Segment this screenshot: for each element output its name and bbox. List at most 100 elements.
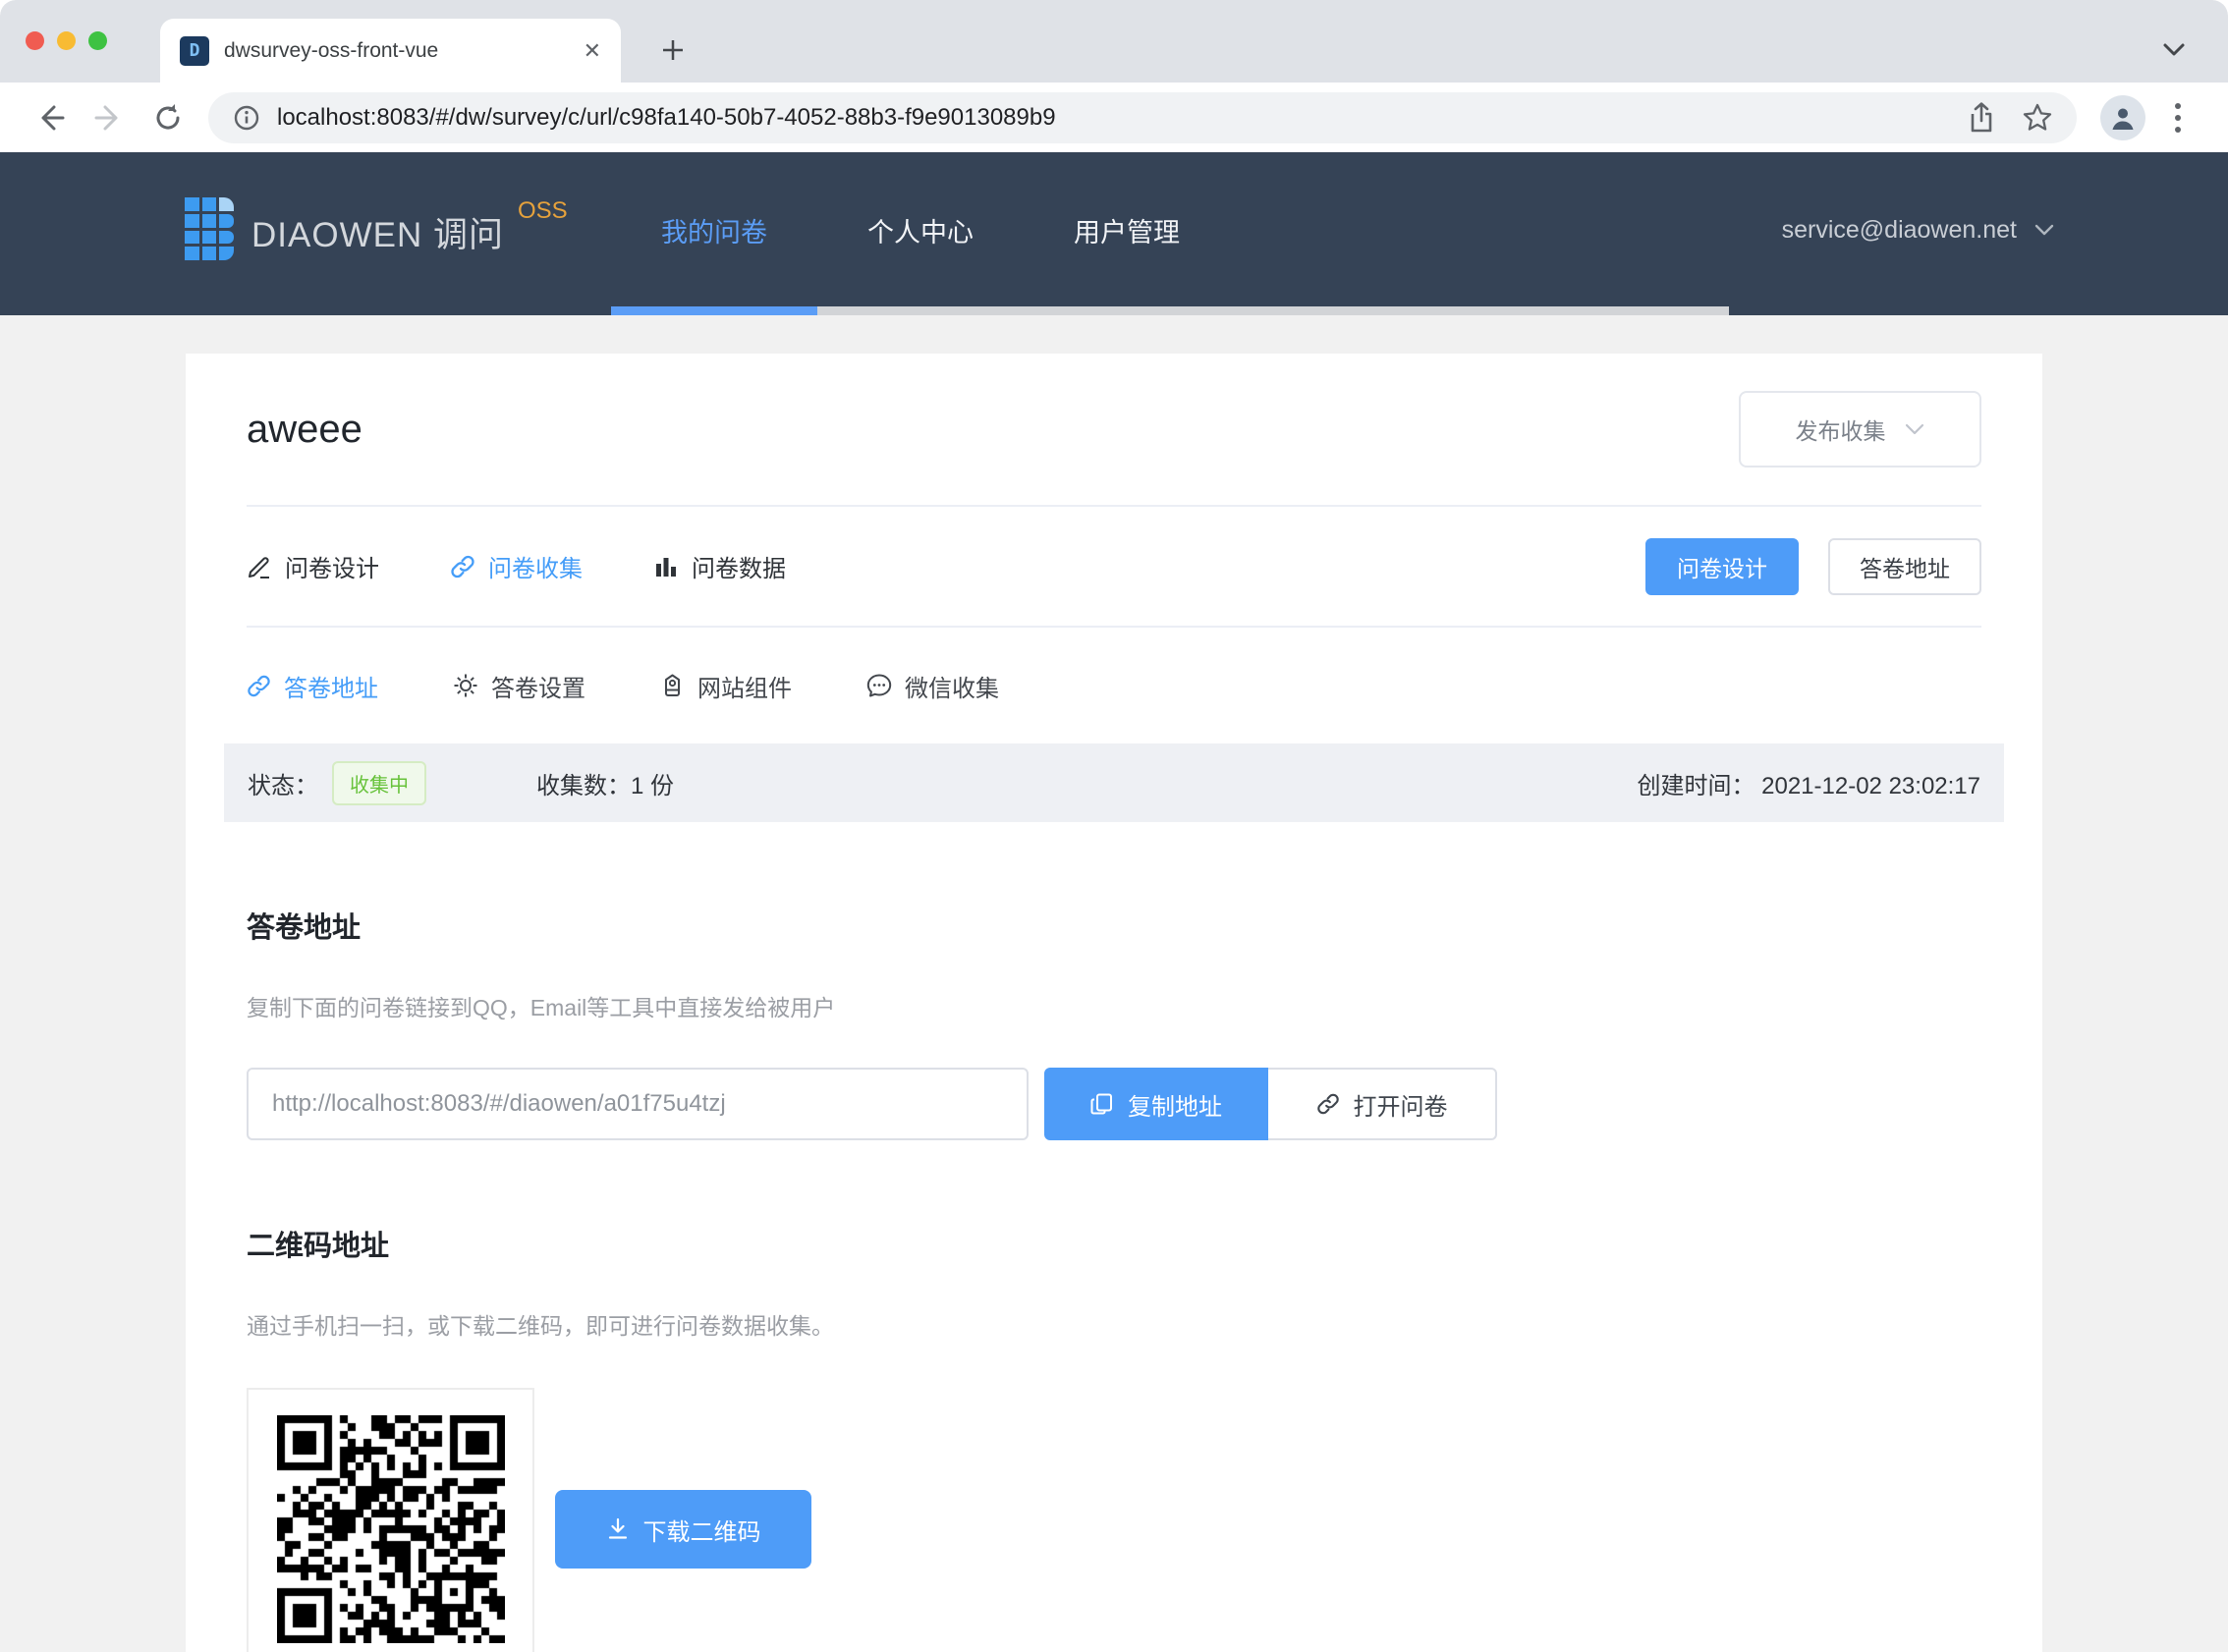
close-window-button[interactable] [26,31,44,50]
answer-url-description: 复制下面的问卷链接到QQ，Email等工具中直接发给被用户 [247,989,1981,1022]
subtab-answer-url[interactable]: 答卷地址 [247,669,378,703]
site-info-icon[interactable] [232,103,261,133]
nav-underline-track [817,306,1729,315]
answer-url-heading: 答卷地址 [247,905,1981,946]
tab-title: dwsurvey-oss-front-vue [224,39,574,63]
nav-item-personal-center[interactable]: 个人中心 [817,152,1024,307]
tab-search-button[interactable] [2149,26,2199,75]
qr-row: 下载二维码 [247,1388,1981,1652]
minimize-window-button[interactable] [57,31,76,50]
back-button[interactable] [28,95,73,140]
link-icon [450,554,475,579]
tab-label: 问卷设计 [285,549,379,583]
survey-card: aweee 发布收集 问卷设计 问卷收集 问卷数据 [186,354,2042,1652]
app-menu: 我的问卷 个人中心 用户管理 [611,152,1230,307]
copy-icon [1090,1092,1114,1116]
forward-button[interactable] [86,95,132,140]
survey-title: aweee [247,408,362,452]
answer-url-input[interactable] [247,1068,1029,1140]
url-text: localhost:8083/#/dw/survey/c/url/c98fa14… [277,104,1056,132]
bar-chart-icon [653,554,679,579]
subtab-website-widget[interactable]: 网站组件 [660,669,792,703]
open-survey-label: 打开问卷 [1354,1087,1448,1122]
widget-tag-icon [660,673,685,698]
collect-count-value: 1 份 [631,766,674,800]
browser-profile-avatar[interactable] [2100,95,2145,140]
macos-traffic-lights [26,31,107,50]
tab-survey-data[interactable]: 问卷数据 [653,549,786,583]
browser-tab[interactable]: D dwsurvey-oss-front-vue ✕ [160,19,621,83]
qr-code-image [277,1415,505,1643]
reload-icon [151,101,185,135]
collect-subtabs: 答卷地址 答卷设置 网站组件 微信收集 [247,628,1981,743]
publish-status-dropdown[interactable]: 发布收集 [1739,391,1981,468]
address-bar[interactable]: localhost:8083/#/dw/survey/c/url/c98fa14… [208,92,2077,143]
qr-description: 通过手机扫一扫，或下载二维码，即可进行问卷数据收集。 [247,1307,1981,1341]
created-value: 2021-12-02 23:02:17 [1761,773,1980,799]
collect-count-label: 收集数： [536,766,631,800]
publish-status-value: 发布收集 [1796,413,1886,446]
chevron-down-icon [1904,418,1925,440]
brand-badge: OSS [518,197,568,225]
answer-url-row: 复制地址 打开问卷 [247,1068,1981,1140]
open-survey-button[interactable]: 打开问卷 [1268,1068,1497,1140]
download-qr-label: 下载二维码 [643,1513,761,1547]
url-button-group: 复制地址 打开问卷 [1044,1068,1497,1140]
tab-close-icon[interactable]: ✕ [584,38,601,64]
survey-tabs: 问卷设计 问卷收集 问卷数据 问卷设计 答卷地址 [247,507,1981,626]
survey-design-button[interactable]: 问卷设计 [1645,538,1799,595]
app-header: DIAOWEN 调问 OSS 我的问卷 个人中心 用户管理 service@di… [0,152,2228,315]
created-label: 创建时间： [1637,773,1755,799]
kebab-menu-icon [2173,100,2183,136]
tab-survey-collect[interactable]: 问卷收集 [450,549,583,583]
back-arrow-icon [33,101,67,135]
nav-item-my-surveys[interactable]: 我的问卷 [611,152,817,307]
gear-icon [453,673,478,698]
page-background: aweee 发布收集 问卷设计 问卷收集 问卷数据 [0,315,2228,1652]
status-badge: 收集中 [332,761,426,805]
active-nav-underline [611,306,817,315]
favicon-icon: D [180,36,209,66]
download-icon [606,1517,630,1541]
link-icon [247,674,271,698]
subtab-label: 答卷设置 [491,669,585,703]
forward-arrow-icon [92,101,126,135]
subtab-label: 答卷地址 [284,669,378,703]
subtab-wechat-collect[interactable]: 微信收集 [866,669,999,703]
share-icon[interactable] [1967,102,1996,134]
browser-menu-button[interactable] [2155,95,2200,140]
copy-url-button[interactable]: 复制地址 [1044,1068,1268,1140]
chevron-down-icon [2033,218,2056,242]
qr-code-box [247,1388,534,1652]
person-icon [2108,103,2138,133]
title-row: aweee 发布收集 [247,354,1981,505]
account-email: service@diaowen.net [1782,216,2017,245]
zoom-window-button[interactable] [88,31,107,50]
nav-item-user-management[interactable]: 用户管理 [1024,152,1230,307]
brand-name: DIAOWEN 调问 [251,207,504,257]
browser-url-bar: localhost:8083/#/dw/survey/c/url/c98fa14… [0,83,2228,152]
browser-tab-strip: D dwsurvey-oss-front-vue ✕ [0,0,2228,83]
chevron-down-icon [2161,37,2187,63]
chat-bubble-icon [866,673,892,698]
new-tab-button[interactable] [648,26,697,75]
brand[interactable]: DIAOWEN 调问 OSS [185,195,568,260]
account-dropdown[interactable]: service@diaowen.net [1782,152,2056,307]
diaowen-logo-icon [185,197,234,260]
qr-heading: 二维码地址 [247,1223,1981,1264]
bookmark-star-icon[interactable] [2022,102,2053,134]
link-icon [1316,1092,1340,1116]
answer-url-button[interactable]: 答卷地址 [1828,538,1981,595]
status-label: 状态： [248,766,318,800]
subtab-label: 网站组件 [697,669,792,703]
tab-label: 问卷收集 [488,549,583,583]
tab-survey-design[interactable]: 问卷设计 [247,549,379,583]
reload-button[interactable] [145,95,191,140]
download-qr-button[interactable]: 下载二维码 [555,1490,811,1569]
subtab-answer-settings[interactable]: 答卷设置 [453,669,585,703]
edit-icon [247,554,272,579]
plus-icon [659,36,687,64]
subtab-label: 微信收集 [905,669,999,703]
tab-label: 问卷数据 [692,549,786,583]
status-bar: 状态： 收集中 收集数： 1 份 创建时间： 2021-12-02 23:02:… [224,743,2004,822]
